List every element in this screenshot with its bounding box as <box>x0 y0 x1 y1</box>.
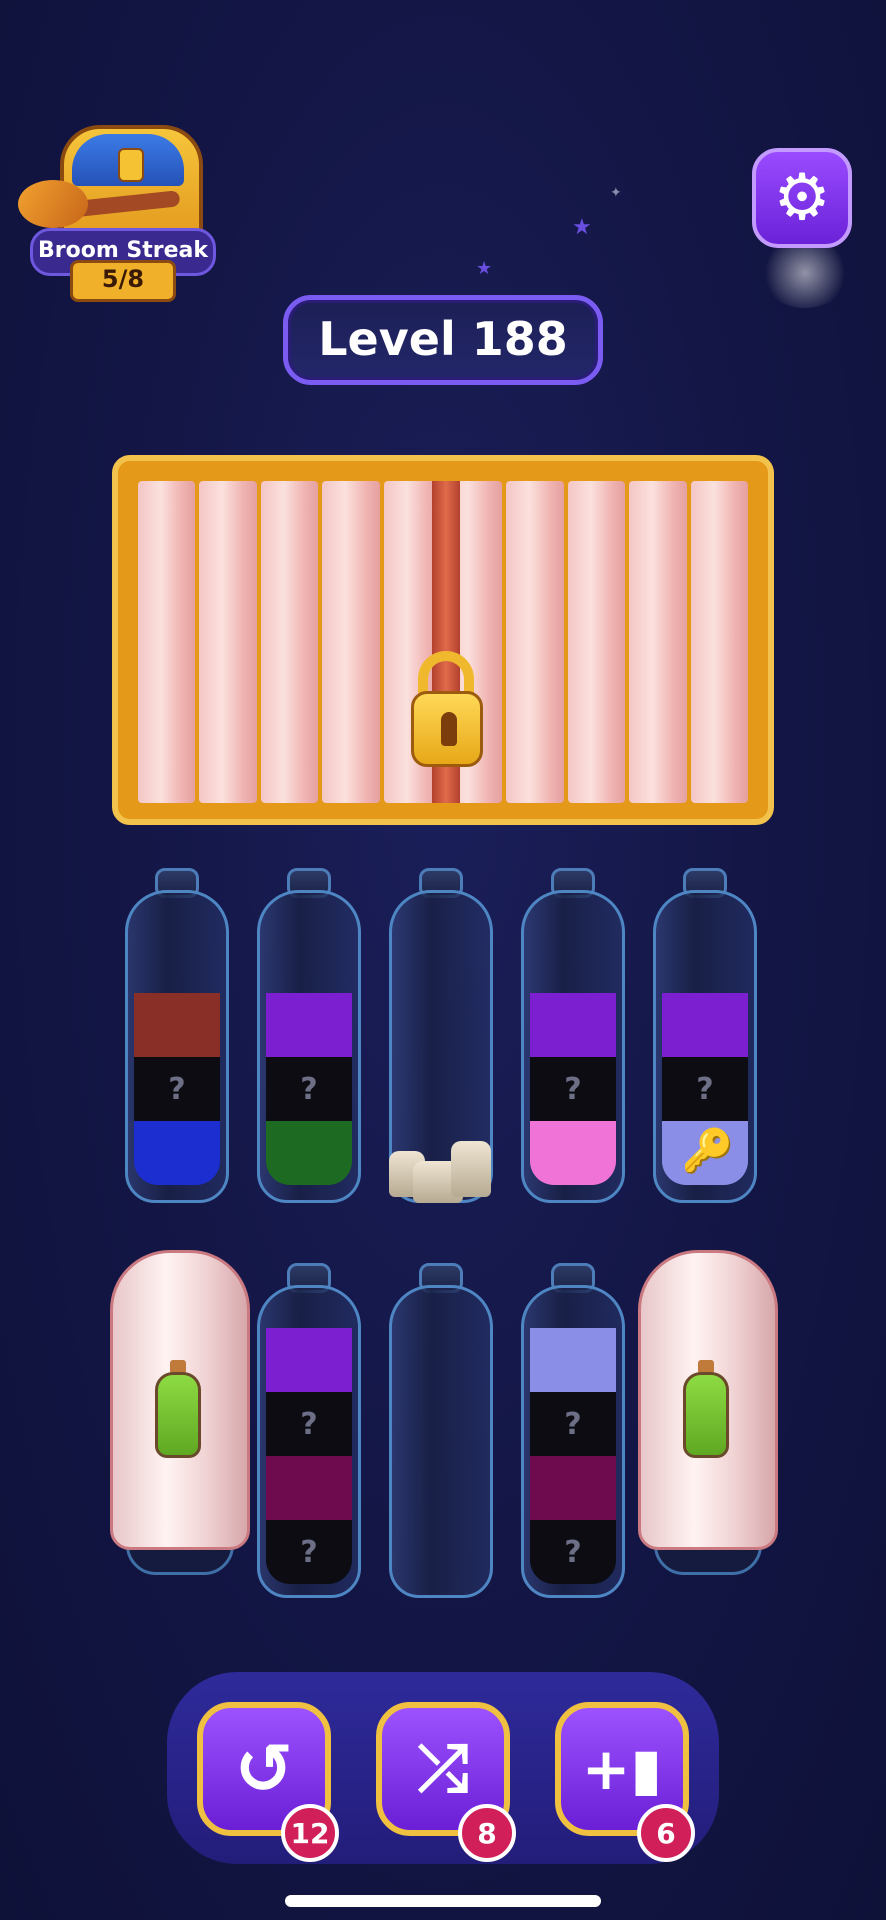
home-indicator[interactable] <box>285 1895 601 1907</box>
green-bottle-icon <box>683 1360 729 1460</box>
star-decoration: ★ <box>572 215 592 240</box>
bottle-5[interactable]: ? 🔑 <box>653 868 757 1203</box>
hidden-layer: ? <box>530 1392 616 1456</box>
bottle-4[interactable]: ? <box>521 868 625 1203</box>
hidden-mark: ? <box>696 1071 714 1107</box>
liquid-layer-pink <box>530 1121 616 1185</box>
hidden-mark: ? <box>168 1071 186 1107</box>
bottle-6[interactable]: ? ? <box>257 1263 361 1598</box>
hidden-layer: ? <box>266 1392 352 1456</box>
settings-button[interactable]: ⚙ <box>752 148 852 248</box>
liquid-layer-violet <box>266 1328 352 1392</box>
hidden-layer: ? <box>266 1057 352 1121</box>
hidden-mark: ? <box>564 1071 582 1107</box>
hidden-mark: ? <box>300 1071 318 1107</box>
touch-indicator <box>760 238 850 308</box>
star-decoration: ★ <box>476 258 493 279</box>
undo-icon: ↺ <box>234 1728 294 1810</box>
liquid-layer-green <box>266 1121 352 1185</box>
undo-count-badge: 12 <box>281 1804 339 1862</box>
hidden-layer: ? <box>662 1057 748 1121</box>
add-bottle-count-badge: 6 <box>637 1804 695 1862</box>
liquid-layer-red <box>134 993 220 1057</box>
bottle-7[interactable] <box>389 1263 493 1598</box>
shuffle-count-badge: 8 <box>458 1804 516 1862</box>
hidden-layer: ? <box>530 1057 616 1121</box>
broom-streak-badge[interactable]: Broom Streak 5/8 <box>10 120 216 305</box>
bottle-3[interactable] <box>389 868 493 1203</box>
streak-progress: 5/8 <box>70 260 176 302</box>
hidden-layer: ? <box>530 1520 616 1584</box>
sparkle-decoration: ✦ <box>610 185 622 201</box>
rock-icon <box>389 1123 493 1203</box>
bottle-1[interactable]: ? <box>125 868 229 1203</box>
hidden-mark: ? <box>300 1406 318 1442</box>
level-title: Level 188 <box>283 295 603 385</box>
hidden-mark: ? <box>564 1534 582 1570</box>
locked-bottle-area[interactable] <box>112 455 774 825</box>
hidden-mark: ? <box>300 1534 318 1570</box>
liquid-layer-blue <box>134 1121 220 1185</box>
gear-icon: ⚙ <box>773 161 831 235</box>
bottle-8[interactable]: ? ? <box>521 1263 625 1598</box>
liquid-layer-violet <box>530 993 616 1057</box>
covered-bottle-2[interactable] <box>638 1250 778 1575</box>
key-icon: 🔑 <box>681 1126 735 1175</box>
liquid-layer-lavender <box>530 1328 616 1392</box>
booster-toolbar: ↺ 12 ⤮ 8 +▮ 6 <box>167 1672 719 1864</box>
liquid-layer-magenta <box>530 1456 616 1520</box>
bottle-2[interactable]: ? <box>257 868 361 1203</box>
add-bottle-icon: +▮ <box>581 1735 663 1803</box>
hidden-mark: ? <box>564 1406 582 1442</box>
liquid-layer-magenta <box>266 1456 352 1520</box>
broom-head-icon <box>18 180 88 228</box>
liquid-layer-violet <box>266 993 352 1057</box>
covered-bottle-1[interactable] <box>110 1250 250 1575</box>
liquid-layer-violet <box>662 993 748 1057</box>
hidden-layer: ? <box>266 1520 352 1584</box>
green-bottle-icon <box>155 1360 201 1460</box>
padlock-icon <box>411 691 483 767</box>
shuffle-icon: ⤮ <box>417 1732 469 1806</box>
hidden-layer: ? <box>134 1057 220 1121</box>
chest-lock-icon <box>118 148 144 182</box>
